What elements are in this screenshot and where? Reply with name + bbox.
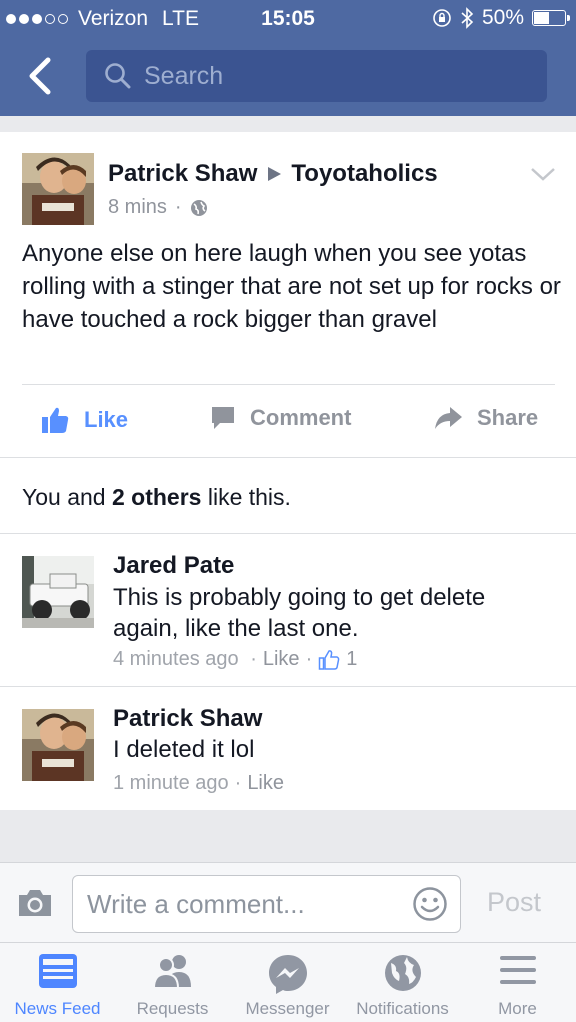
thumbs-up-icon xyxy=(42,407,69,433)
post-actions: Like Comment Share xyxy=(0,387,576,457)
post-author-name[interactable]: Patrick Shaw xyxy=(108,160,257,188)
tab-notifications[interactable]: Notifications xyxy=(345,943,460,1022)
avatar[interactable] xyxy=(22,556,94,628)
status-bar: Verizon LTE 15:05 50% xyxy=(0,0,576,38)
comment-text: I deleted it lol xyxy=(113,736,255,763)
tab-bar: News Feed Requests Messenger Notificatio… xyxy=(0,942,576,1022)
menu-icon xyxy=(499,956,536,984)
back-chevron-icon[interactable] xyxy=(24,56,56,96)
comment-timestamp: 1 minute ago xyxy=(113,772,229,794)
comment-label: Comment xyxy=(250,405,352,430)
comment-text: This is probably going to get delete aga… xyxy=(113,584,486,642)
triangle-arrow-icon xyxy=(268,167,282,181)
share-arrow-icon xyxy=(435,407,462,429)
share-button[interactable]: Share xyxy=(433,405,538,431)
bluetooth-icon xyxy=(461,7,474,29)
separator-dot: · xyxy=(234,772,242,794)
tab-news-feed[interactable]: News Feed xyxy=(0,943,115,1022)
avatar[interactable] xyxy=(22,153,94,225)
comment-input[interactable]: Write a comment... xyxy=(72,875,461,933)
news-feed-icon xyxy=(38,954,77,988)
messenger-icon xyxy=(268,955,307,994)
share-label: Share xyxy=(477,405,539,430)
comment-button[interactable]: Comment xyxy=(210,405,351,431)
like-label: Like xyxy=(84,407,129,432)
comment-like-button[interactable]: Like xyxy=(263,648,300,671)
group-name[interactable]: Toyotaholics xyxy=(291,160,437,188)
globe-icon xyxy=(190,199,207,216)
chevron-down-icon[interactable] xyxy=(530,166,556,182)
search-icon xyxy=(105,63,131,89)
tab-messenger[interactable]: Messenger xyxy=(230,943,345,1022)
separator-dot: · xyxy=(244,648,257,670)
divider xyxy=(0,533,576,534)
separator-dot: · xyxy=(174,196,182,218)
battery-icon xyxy=(532,10,570,26)
rotation-lock-icon xyxy=(433,9,451,27)
battery-percent: 50% xyxy=(481,6,524,29)
search-bar[interactable]: Search xyxy=(86,50,547,102)
tab-label: More xyxy=(498,999,537,1018)
smiley-icon[interactable] xyxy=(412,886,448,922)
like-button[interactable]: Like xyxy=(40,405,128,435)
avatar[interactable] xyxy=(22,709,94,781)
comment-timestamp: 4 minutes ago xyxy=(113,648,239,670)
thumbs-up-outline-icon xyxy=(318,649,340,670)
post-card: Patrick Shaw Toyotaholics 8 mins · Anyon… xyxy=(0,132,576,810)
post-button[interactable]: Post xyxy=(487,887,541,918)
comment-like-count: 1 xyxy=(346,648,358,670)
post-body: Anyone else on here laugh when you see y… xyxy=(22,240,561,333)
divider xyxy=(0,686,576,687)
comment-author-name[interactable]: Patrick Shaw xyxy=(113,705,262,733)
likes-suffix: like this. xyxy=(201,484,291,510)
likes-summary[interactable]: You and 2 others like this. xyxy=(22,484,291,511)
divider xyxy=(0,457,576,458)
comment-bubble-icon xyxy=(212,407,234,429)
top-bar: Verizon LTE 15:05 50% Search xyxy=(0,0,576,116)
post-timestamp[interactable]: 8 mins xyxy=(108,196,167,219)
search-placeholder: Search xyxy=(144,61,224,90)
likes-count: 2 others xyxy=(111,484,202,510)
separator-dot: · xyxy=(305,648,313,670)
tab-requests[interactable]: Requests xyxy=(115,943,230,1022)
comment-placeholder: Write a comment... xyxy=(87,889,305,919)
comment-like-button[interactable]: Like xyxy=(247,772,284,795)
comment-meta: 1 minute ago · Like xyxy=(113,772,284,795)
tab-more[interactable]: More xyxy=(460,943,575,1022)
camera-icon[interactable] xyxy=(16,887,54,919)
comment-author-name[interactable]: Jared Pate xyxy=(113,552,234,580)
globe-icon xyxy=(384,955,421,991)
comment-meta: 4 minutes ago · Like · 1 xyxy=(113,648,357,671)
requests-icon xyxy=(152,955,191,989)
divider xyxy=(22,384,555,385)
comment-composer: Write a comment... Post xyxy=(0,862,576,942)
likes-prefix: You and xyxy=(22,484,112,510)
